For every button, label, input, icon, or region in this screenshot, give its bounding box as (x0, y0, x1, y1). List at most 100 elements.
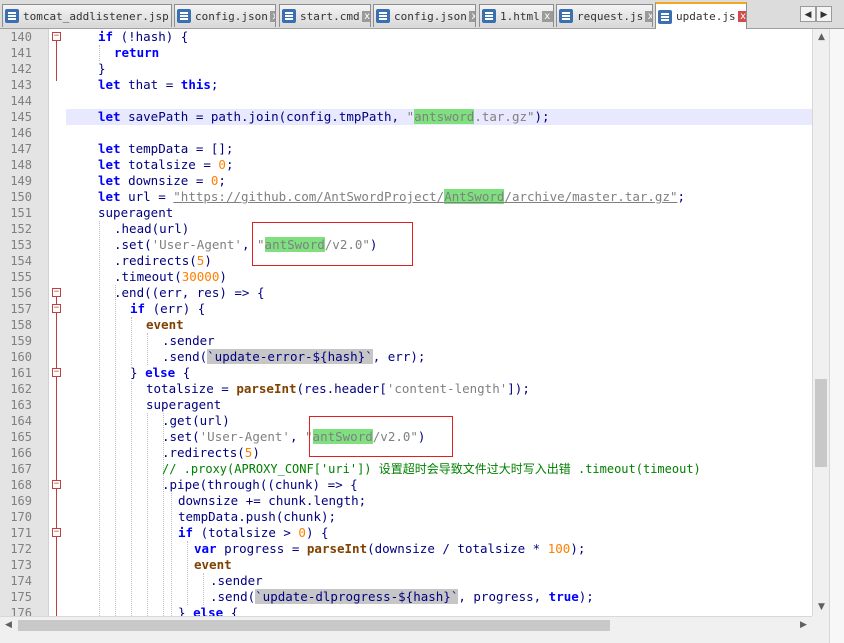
code-token: .end((err, res) => { (114, 285, 265, 300)
keyword: let (98, 141, 121, 156)
tab-request-js[interactable]: request.js x (556, 4, 653, 27)
keyword: let (98, 189, 121, 204)
horizontal-scroll-thumb[interactable] (18, 620, 610, 631)
code-line: 146 (0, 125, 812, 141)
code-line: 149 let downsize = 0; (0, 173, 812, 189)
tab-config-json-2[interactable]: config.json x (373, 4, 476, 27)
tab-tomcat-addlistener[interactable]: tomcat_addlistener.jsp x (2, 4, 172, 27)
code-line: 173 event (0, 557, 812, 573)
file-icon (482, 9, 496, 23)
vertical-scrollbar[interactable]: ▲ ▼ (812, 29, 830, 616)
fold-toggle-icon[interactable]: − (52, 32, 61, 41)
url-string[interactable]: /archive/master.tar.gz" (504, 189, 677, 204)
code-text: .send(`update-error-${hash}`, err); (162, 349, 425, 365)
tab-bar: tomcat_addlistener.jsp x config.json x s… (0, 0, 844, 29)
close-icon[interactable]: x (361, 10, 370, 22)
code-text: if (totalsize > 0) { (178, 525, 329, 541)
fold-toggle-icon[interactable]: − (52, 304, 61, 313)
code-token: ) (204, 253, 212, 268)
code-text: .end((err, res) => { (114, 285, 265, 301)
line-number: 147 (10, 142, 32, 156)
keyword: event (194, 557, 232, 572)
code-line: 145 let savePath = path.join(config.tmpP… (0, 109, 812, 125)
file-icon (282, 9, 296, 23)
scroll-up-button[interactable]: ▲ (813, 29, 830, 46)
code-line: 158 event (0, 317, 812, 333)
code-token: .send( (162, 349, 208, 364)
code-line: 167 // .proxy(APROXY_CONF['uri']) 设置超时会导… (0, 461, 812, 477)
keyword: var (194, 541, 217, 556)
number: 0 (298, 525, 306, 540)
tab-scroll-left-button[interactable]: ◀ (800, 6, 816, 22)
code-token: tempData = []; (120, 141, 234, 156)
code-editor[interactable]: 140 − if (!hash) { 141 return 142 } 143 … (0, 29, 812, 616)
keyword: event (146, 317, 184, 332)
code-text: tempData.push(chunk); (178, 509, 336, 525)
code-comment: // .proxy(APROXY_CONF['uri']) 设置超时会导致文件过… (162, 462, 701, 476)
line-number: 170 (10, 510, 32, 524)
code-text: .timeout(30000) (114, 269, 227, 285)
keyword: if (98, 29, 114, 44)
line-number: 140 (10, 30, 32, 44)
code-line: 140 − if (!hash) { (0, 29, 812, 45)
close-icon[interactable]: x (737, 11, 746, 22)
scroll-right-button[interactable]: ▶ (795, 617, 812, 634)
code-text: } (98, 61, 106, 77)
code-token: { (223, 605, 239, 616)
fold-toggle-icon[interactable]: − (52, 368, 61, 377)
code-text: let totalsize = 0; (98, 157, 233, 173)
string: .tar.gz" (474, 109, 535, 124)
tab-scroll-right-button[interactable]: ▶ (816, 6, 832, 22)
line-number: 162 (10, 382, 32, 396)
code-token: ); (578, 589, 594, 604)
code-text: return (114, 45, 159, 61)
code-line: 144 (0, 93, 812, 109)
line-number: 163 (10, 398, 32, 412)
search-match: antsword (414, 109, 475, 124)
line-number: 146 (10, 126, 32, 140)
close-icon[interactable]: x (468, 10, 475, 22)
annotation-box (252, 222, 413, 266)
line-number: 158 (10, 318, 32, 332)
function-name: parseInt (236, 381, 297, 396)
scroll-down-button[interactable]: ▼ (813, 599, 830, 616)
url-string[interactable]: "https://github.com/AntSwordProject/ (173, 189, 444, 204)
scroll-left-button[interactable]: ◀ (0, 617, 17, 634)
fold-toggle-icon[interactable]: − (52, 528, 61, 537)
code-line: 141 return (0, 45, 812, 61)
code-token: , progress, (458, 589, 549, 604)
line-number: 149 (10, 174, 32, 188)
fold-toggle-icon[interactable]: − (52, 288, 61, 297)
code-line: 170 tempData.push(chunk); (0, 509, 812, 525)
tab-1-html[interactable]: 1.html x (479, 4, 554, 27)
file-icon (658, 9, 672, 24)
code-token: progress = (216, 541, 307, 556)
code-token: superagent (146, 397, 222, 412)
code-line: 171 − if (totalsize > 0) { (0, 525, 812, 541)
code-token: .sender (210, 573, 263, 588)
code-line: 160 .send(`update-error-${hash}`, err); (0, 349, 812, 365)
line-number: 165 (10, 430, 32, 444)
line-number: 153 (10, 238, 32, 252)
tab-label: config.json (394, 9, 467, 23)
code-text: let downsize = 0; (98, 173, 226, 189)
tab-start-cmd[interactable]: start.cmd x (279, 4, 371, 27)
close-icon[interactable]: x (170, 10, 171, 22)
side-panel-edge (829, 29, 844, 643)
code-token: totalsize = (120, 157, 219, 172)
code-token: ); (570, 541, 586, 556)
close-icon[interactable]: x (541, 10, 553, 22)
tab-update-js[interactable]: update.js x (655, 2, 747, 29)
code-token: that = (120, 77, 181, 92)
vertical-scroll-thumb[interactable] (815, 379, 827, 467)
horizontal-scrollbar[interactable]: ◀ ▶ (0, 616, 812, 634)
code-line: 169 downsize += chunk.length; (0, 493, 812, 509)
close-icon[interactable]: x (645, 10, 652, 22)
close-icon[interactable]: x (269, 10, 275, 22)
line-number: 141 (10, 46, 32, 60)
code-text: } else { (130, 365, 190, 381)
status-bar (0, 633, 829, 643)
fold-toggle-icon[interactable]: − (52, 480, 61, 489)
tab-config-json-1[interactable]: config.json x (174, 4, 276, 27)
string: 'User-Agent' (151, 237, 242, 252)
